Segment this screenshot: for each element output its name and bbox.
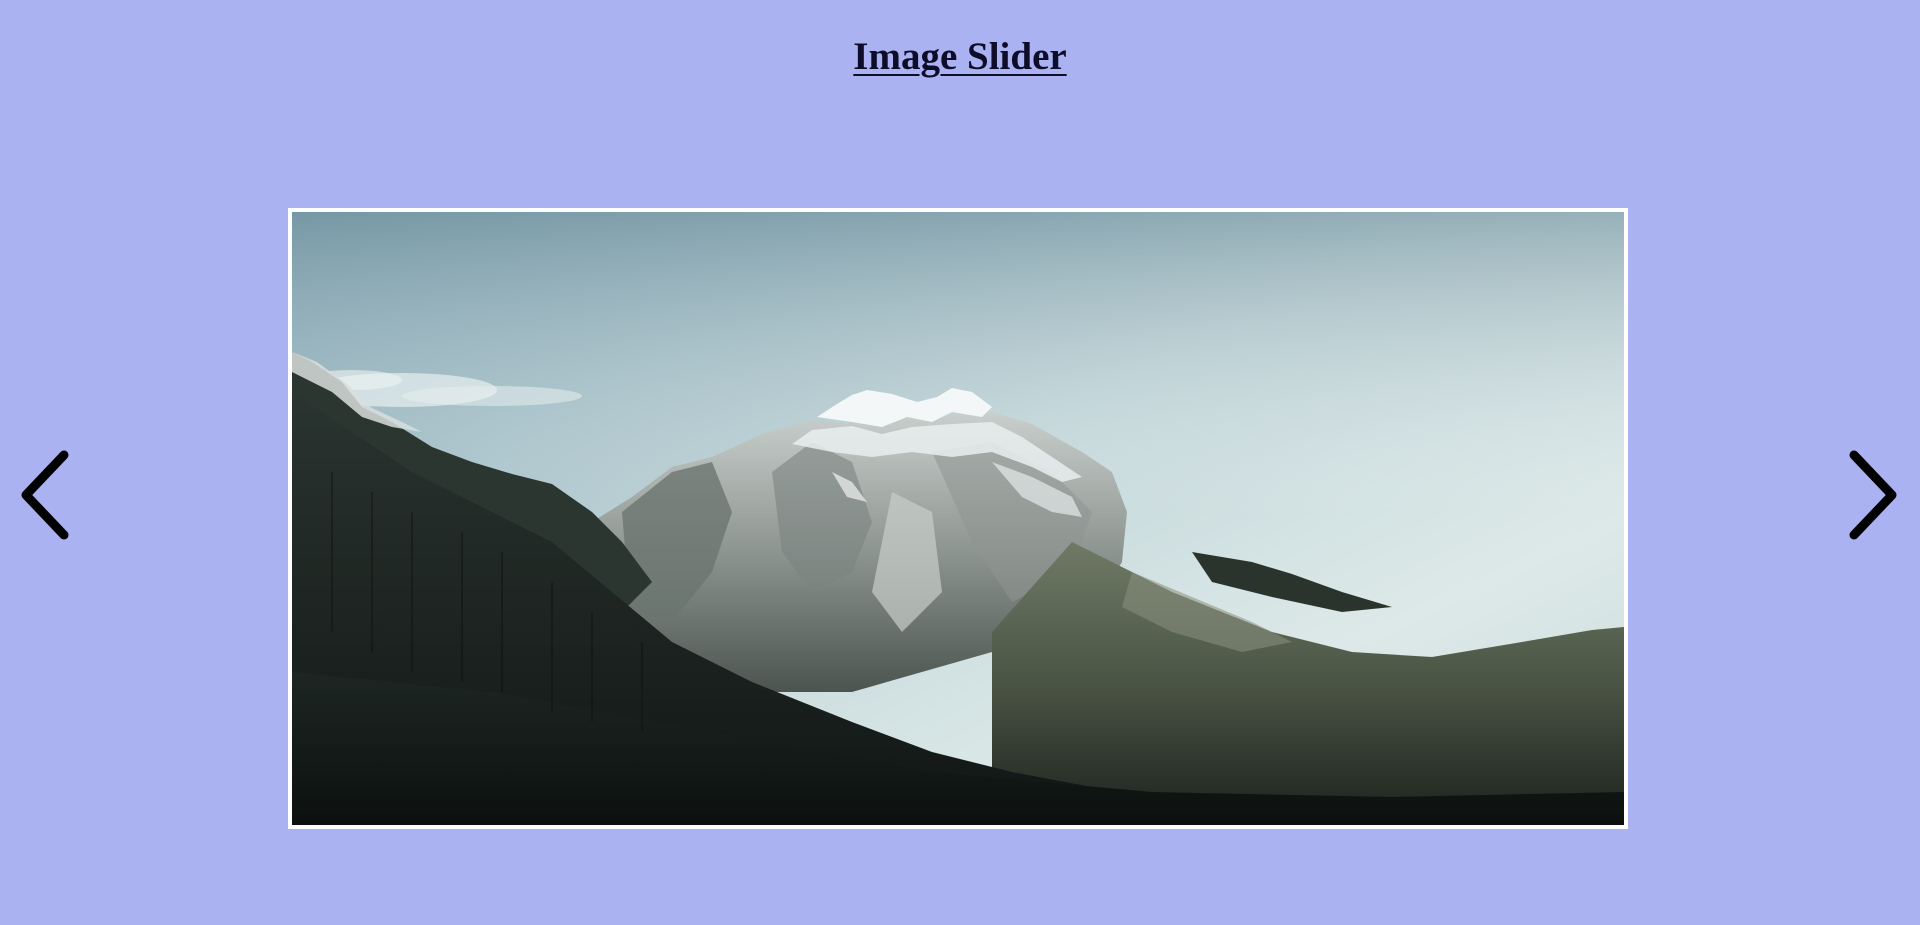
next-slide-button[interactable] (1840, 447, 1900, 543)
slide-image (292, 212, 1624, 825)
prev-slide-button[interactable] (18, 447, 78, 543)
page: Image Slider (0, 0, 1920, 925)
chevron-left-icon (21, 450, 69, 540)
page-title: Image Slider (853, 35, 1067, 78)
slide-frame (288, 208, 1628, 829)
chevron-right-icon (1849, 450, 1897, 540)
